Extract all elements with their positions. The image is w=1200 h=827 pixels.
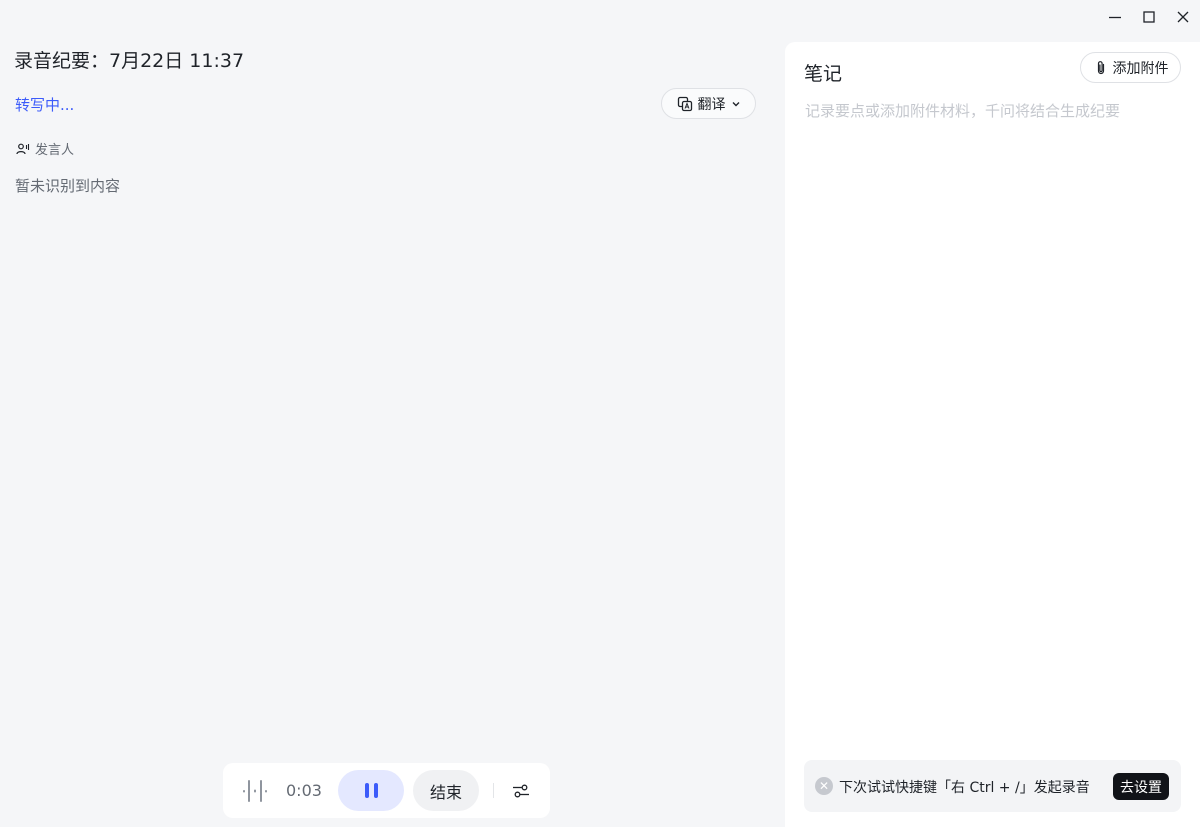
- divider: [493, 783, 494, 798]
- add-attachment-button[interactable]: 添加附件: [1080, 52, 1181, 83]
- translate-button[interactable]: 翻译: [661, 88, 756, 119]
- sliders-icon: [513, 784, 529, 798]
- end-recording-button[interactable]: 结束: [413, 770, 479, 811]
- paperclip-icon: [1097, 60, 1104, 74]
- notes-panel: 笔记 添加附件 ✕ 下次试试快捷键「右 Ctrl + /」发起录音 去设置: [785, 42, 1200, 827]
- empty-transcript-message: 暂未识别到内容: [15, 177, 121, 195]
- translate-label: 翻译: [697, 96, 726, 113]
- pause-icon: [364, 783, 369, 798]
- translate-icon: [677, 96, 692, 111]
- recorder-settings-button[interactable]: [509, 779, 533, 803]
- close-icon: ✕: [818, 779, 830, 793]
- notes-input[interactable]: [805, 100, 1185, 700]
- maximize-icon: [1143, 11, 1155, 23]
- recording-title: 录音纪要：7月22日 11:37: [14, 50, 245, 72]
- pause-button[interactable]: [338, 770, 404, 811]
- chevron-down-icon: [732, 101, 739, 106]
- add-attachment-label: 添加附件: [1112, 60, 1169, 77]
- close-button[interactable]: [1166, 0, 1200, 34]
- elapsed-time: 0:03: [286, 781, 322, 800]
- tip-close-button[interactable]: ✕: [815, 777, 833, 795]
- close-icon: [1177, 11, 1189, 23]
- window-controls: [1098, 0, 1200, 34]
- notes-title: 笔记: [804, 63, 843, 85]
- shortcut-tip: ✕ 下次试试快捷键「右 Ctrl + /」发起录音 去设置: [804, 760, 1181, 812]
- minimize-icon: [1109, 16, 1121, 19]
- recorder-control-bar: 0:03 结束: [223, 763, 550, 818]
- speaker-icon: [16, 143, 30, 154]
- transcribing-status: 转写中...: [15, 96, 75, 114]
- maximize-button[interactable]: [1132, 0, 1166, 34]
- go-settings-button[interactable]: 去设置: [1113, 773, 1169, 800]
- speaker-filter[interactable]: 发言人: [16, 139, 74, 158]
- transcript-panel: 录音纪要：7月22日 11:37 转写中... 翻译 发言人 暂未识别到内容 0…: [0, 0, 780, 827]
- shortcut-tip-text: 下次试试快捷键「右 Ctrl + /」发起录音: [839, 780, 1090, 796]
- waveform-icon: [243, 780, 267, 802]
- speaker-label: 发言人: [35, 143, 75, 158]
- minimize-button[interactable]: [1098, 0, 1132, 34]
